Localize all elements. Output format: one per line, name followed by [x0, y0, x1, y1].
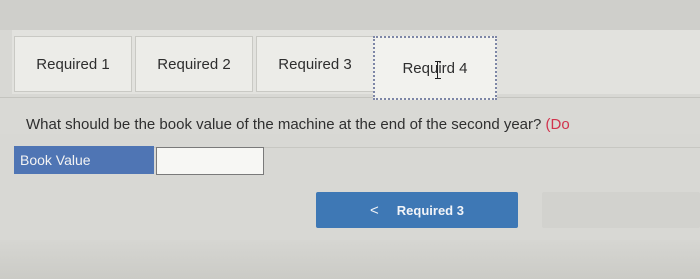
question-text: What should be the book value of the mac… [26, 116, 570, 133]
prev-button-label: Required 3 [396, 202, 464, 218]
prev-required-3-button[interactable]: < Required 3 [316, 192, 518, 228]
bottom-shade [0, 240, 700, 279]
book-value-label-text: Book Value [20, 152, 91, 168]
tab-required-2[interactable]: Required 2 [135, 36, 253, 92]
tab-label: Required 3 [278, 55, 352, 73]
tab-label: Required 1 [36, 55, 110, 73]
text-cursor-icon [434, 61, 441, 79]
tab-required-4[interactable]: Requir d 4 [373, 36, 497, 100]
chevron-left-icon: < [370, 201, 379, 219]
question-body: What should be the book value of the mac… [26, 116, 542, 133]
book-value-input[interactable] [156, 147, 264, 175]
tab-label-end: d 4 [446, 59, 468, 77]
next-button-disabled[interactable] [542, 192, 700, 228]
question-hint: (Do [545, 116, 570, 133]
tab-required-3[interactable]: Required 3 [256, 36, 374, 92]
top-band [0, 0, 700, 30]
tab-label: Required 2 [157, 55, 231, 73]
tab-required-1[interactable]: Required 1 [14, 36, 132, 92]
book-value-label: Book Value [14, 146, 154, 174]
